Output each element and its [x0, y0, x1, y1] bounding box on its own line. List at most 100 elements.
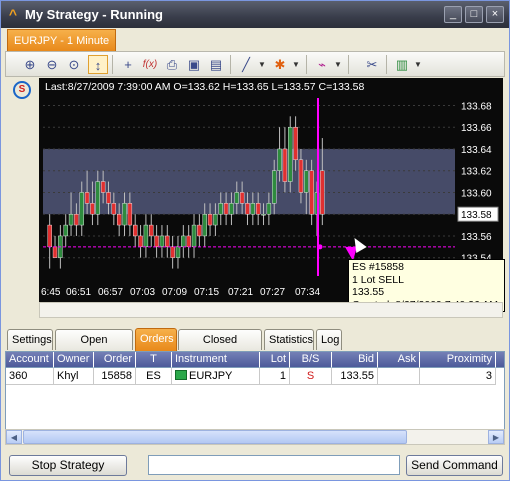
- candle-body[interactable]: [309, 170, 314, 215]
- col-proximity[interactable]: Proximity: [420, 352, 496, 368]
- candle-body[interactable]: [234, 192, 239, 204]
- orders-scrollbar[interactable]: ◀ ▶: [5, 429, 505, 445]
- col-bid[interactable]: Bid: [332, 352, 378, 368]
- tools-icon[interactable]: ✂: [362, 55, 382, 74]
- candle-body[interactable]: [165, 235, 170, 248]
- send-command-button[interactable]: Send Command: [406, 455, 503, 476]
- candle-body[interactable]: [127, 203, 133, 226]
- candle-body[interactable]: [52, 246, 58, 258]
- scroll-left-icon[interactable]: ◀: [6, 430, 22, 444]
- tab-closed-positions[interactable]: Closed Positions: [178, 329, 262, 366]
- order-marker[interactable]: [317, 244, 323, 250]
- table-row[interactable]: 360 Khyl 15858 ES EURJPY 1 S 133.55 3: [6, 368, 504, 385]
- tab-open-positions[interactable]: Open Positions: [55, 329, 133, 366]
- candle-body[interactable]: [218, 203, 223, 215]
- candle-body[interactable]: [47, 224, 52, 248]
- candle-body[interactable]: [229, 203, 234, 215]
- candle-body[interactable]: [122, 203, 127, 226]
- candle-body[interactable]: [74, 213, 79, 226]
- zoom-in-icon[interactable]: ⊕: [20, 55, 40, 74]
- close-button[interactable]: ×: [486, 6, 504, 23]
- line-draw-dropdown-icon[interactable]: ▼: [258, 55, 266, 74]
- candle-body[interactable]: [213, 213, 218, 226]
- price-chart[interactable]: 133.68 133.66 133.64 133.62 133.60 133.58 133.…: [39, 78, 505, 312]
- candle-body[interactable]: [111, 203, 117, 215]
- candle-body[interactable]: [239, 192, 245, 204]
- candle-body[interactable]: [223, 203, 229, 215]
- col-ask[interactable]: Ask: [378, 352, 420, 368]
- properties-icon[interactable]: ▤: [206, 55, 226, 74]
- stop-strategy-button[interactable]: Stop Strategy: [9, 455, 127, 476]
- candle-body[interactable]: [266, 203, 272, 215]
- candle-body[interactable]: [100, 181, 106, 193]
- candle-body[interactable]: [181, 235, 186, 248]
- candle-body[interactable]: [272, 170, 277, 204]
- candle-body[interactable]: [186, 235, 191, 248]
- candle-body[interactable]: [261, 213, 266, 216]
- fibonacci-icon[interactable]: ✱: [270, 55, 290, 74]
- save-icon[interactable]: ▣: [184, 55, 204, 74]
- candle-body[interactable]: [63, 224, 68, 237]
- candle-body[interactable]: [79, 192, 84, 226]
- col-instrument[interactable]: Instrument: [172, 352, 260, 368]
- crosshair-icon[interactable]: +: [118, 55, 138, 74]
- candle-body[interactable]: [288, 126, 293, 182]
- candle-body[interactable]: [90, 203, 95, 215]
- minimize-button[interactable]: _: [444, 6, 462, 23]
- tab-log[interactable]: Log: [316, 329, 342, 350]
- candle-body[interactable]: [170, 246, 175, 258]
- col-owner[interactable]: Owner: [54, 352, 94, 368]
- tab-statistics[interactable]: Statistics: [264, 329, 314, 350]
- candle-body[interactable]: [106, 192, 111, 204]
- candle-body[interactable]: [68, 213, 74, 226]
- tab-orders[interactable]: Orders: [135, 328, 177, 351]
- candle-body[interactable]: [175, 246, 181, 258]
- candle-body[interactable]: [84, 192, 90, 204]
- candle-body[interactable]: [143, 224, 149, 248]
- col-lot[interactable]: Lot: [260, 352, 290, 368]
- candle-body[interactable]: [149, 224, 154, 237]
- cursor-cross-icon[interactable]: ↕: [88, 55, 108, 74]
- pattern-dropdown-icon[interactable]: ▼: [334, 55, 342, 74]
- scroll-right-icon[interactable]: ▶: [488, 430, 504, 444]
- candle-body[interactable]: [298, 159, 304, 193]
- candle-body[interactable]: [282, 148, 288, 182]
- tab-settings[interactable]: Settings: [7, 329, 53, 350]
- col-bs[interactable]: B/S: [290, 352, 332, 368]
- candle-body[interactable]: [320, 170, 325, 215]
- chart-scrollbar[interactable]: [39, 302, 503, 318]
- candle-body[interactable]: [133, 224, 138, 237]
- candle-body[interactable]: [116, 213, 122, 226]
- candle-body[interactable]: [250, 203, 256, 215]
- candle-body[interactable]: [207, 213, 213, 226]
- candle-body[interactable]: [277, 148, 282, 171]
- print-icon[interactable]: ⎙: [162, 55, 182, 74]
- candle-body[interactable]: [138, 235, 143, 248]
- candle-body[interactable]: [197, 224, 202, 237]
- command-input[interactable]: [148, 455, 400, 475]
- zoom-fit-icon[interactable]: ⊙: [64, 55, 84, 74]
- scrollbar-thumb[interactable]: [23, 430, 407, 444]
- tab-eurjpy-chart[interactable]: EURJPY - 1 Minute: [7, 29, 117, 51]
- candlestick-dropdown-icon[interactable]: ▼: [414, 55, 422, 74]
- maximize-button[interactable]: □: [465, 6, 483, 23]
- strategy-status-icon[interactable]: S: [13, 81, 31, 99]
- candlestick-icon[interactable]: ▥: [392, 55, 412, 74]
- line-draw-icon[interactable]: ╱: [236, 55, 256, 74]
- candle-body[interactable]: [154, 235, 159, 248]
- candle-body[interactable]: [255, 203, 261, 215]
- title-bar[interactable]: ^ My Strategy - Running _ □ ×: [1, 1, 509, 28]
- col-order[interactable]: Order: [94, 352, 136, 368]
- candle-body[interactable]: [293, 126, 298, 161]
- zoom-out-icon[interactable]: ⊖: [42, 55, 62, 74]
- col-type[interactable]: T: [136, 352, 172, 368]
- formula-icon[interactable]: f(x): [140, 55, 160, 74]
- candle-body[interactable]: [95, 181, 100, 215]
- candle-body[interactable]: [191, 224, 197, 248]
- candle-body[interactable]: [245, 203, 250, 215]
- col-account[interactable]: Account: [6, 352, 54, 368]
- fibonacci-dropdown-icon[interactable]: ▼: [292, 55, 300, 74]
- candle-body[interactable]: [159, 235, 165, 248]
- candle-body[interactable]: [304, 170, 309, 193]
- candle-body[interactable]: [202, 213, 207, 237]
